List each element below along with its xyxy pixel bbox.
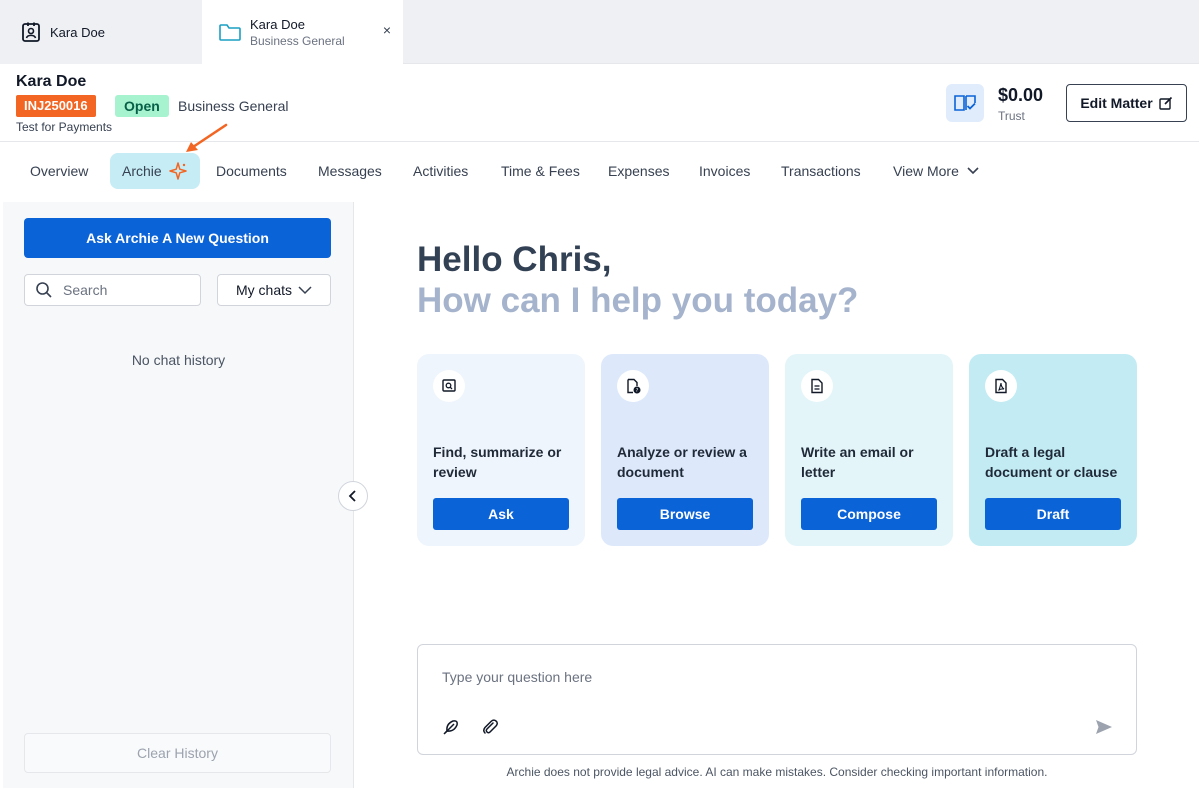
trust-book-icon[interactable]	[946, 84, 984, 122]
draft-button[interactable]: Draft	[985, 498, 1121, 530]
greeting-subtitle: How can I help you today?	[417, 281, 859, 320]
sparkle-icon	[168, 162, 187, 180]
chevron-left-icon	[348, 490, 356, 502]
matter-nav: Overview Archie Documents Messages Activ…	[0, 142, 1199, 202]
close-icon[interactable]: ×	[379, 22, 395, 38]
trust-label: Trust	[998, 109, 1025, 123]
folder-icon	[218, 21, 242, 43]
compose-card: Write an email or letter Compose	[785, 354, 953, 546]
tab-text: Kara Doe Business General	[250, 17, 345, 48]
collapse-sidebar-button[interactable]	[338, 481, 368, 511]
compose-button[interactable]: Compose	[801, 498, 937, 530]
ask-card: Find, summarize or review Ask	[417, 354, 585, 546]
chat-filter-dropdown[interactable]: My chats	[217, 274, 331, 306]
tab-bar: Kara Doe Kara Doe Business General ×	[0, 0, 1199, 64]
ask-button[interactable]: Ask	[433, 498, 569, 530]
tab-archie-label: Archie	[122, 163, 162, 179]
ai-disclaimer: Archie does not provide legal advice. AI…	[506, 765, 1048, 779]
tab-subtitle: Business General	[250, 33, 345, 48]
greeting-title: Hello Chris,	[417, 240, 612, 279]
card-text: Find, summarize or review	[433, 444, 562, 480]
browse-card: ? Analyze or review a document Browse	[601, 354, 769, 546]
search-icon	[36, 282, 52, 298]
contact-icon	[20, 21, 42, 43]
client-name: Kara Doe	[16, 73, 87, 90]
browse-button[interactable]: Browse	[617, 498, 753, 530]
feather-pen-icon[interactable]	[441, 717, 461, 737]
card-text: Analyze or review a document	[617, 444, 747, 480]
search-field[interactable]	[24, 274, 201, 306]
chevron-down-icon	[967, 167, 979, 175]
edit-icon	[1158, 96, 1172, 110]
matter-type: Business General	[178, 98, 289, 114]
tab-matter-kara-doe[interactable]: Kara Doe Business General ×	[202, 0, 403, 64]
document-pdf-icon	[985, 370, 1017, 402]
tab-documents[interactable]: Documents	[216, 153, 287, 189]
tab-expenses[interactable]: Expenses	[608, 153, 669, 189]
tab-archie[interactable]: Archie	[110, 153, 200, 189]
edit-matter-button[interactable]: Edit Matter	[1066, 84, 1187, 122]
annotation-arrow-icon	[186, 123, 228, 152]
tab-messages[interactable]: Messages	[318, 153, 382, 189]
question-input[interactable]	[442, 669, 1102, 693]
document-lines-icon	[801, 370, 833, 402]
document-question-icon: ?	[617, 370, 649, 402]
question-composer	[417, 644, 1137, 755]
send-icon[interactable]	[1094, 717, 1114, 737]
tab-title: Kara Doe	[250, 16, 305, 32]
card-text: Draft a legal document or clause	[985, 444, 1118, 480]
draft-card: Draft a legal document or clause Draft	[969, 354, 1137, 546]
empty-chat-history: No chat history	[131, 352, 226, 368]
matter-number-badge: INJ250016	[16, 95, 96, 117]
tab-time-fees[interactable]: Time & Fees	[501, 153, 580, 189]
attachment-icon[interactable]	[480, 717, 500, 737]
trust-amount: $0.00	[998, 85, 1044, 105]
clear-history-button[interactable]: Clear History	[24, 733, 331, 773]
tab-invoices[interactable]: Invoices	[699, 153, 750, 189]
chat-filter-label: My chats	[235, 282, 292, 298]
tab-contact-kara-doe[interactable]: Kara Doe	[0, 0, 202, 64]
search-document-icon	[433, 370, 465, 402]
tab-title: Kara Doe	[50, 24, 105, 40]
status-badge: Open	[115, 95, 169, 117]
matter-description: Test for Payments	[16, 120, 113, 134]
tab-activities[interactable]: Activities	[413, 153, 468, 189]
search-input[interactable]	[63, 282, 183, 298]
tab-overview[interactable]: Overview	[30, 153, 88, 189]
chat-sidebar: Ask Archie A New Question My chats No ch…	[3, 202, 354, 788]
matter-header: Kara Doe INJ250016 Open Business General…	[0, 64, 1199, 142]
view-more-label: View More	[893, 163, 959, 179]
card-text: Write an email or letter	[801, 444, 914, 480]
edit-matter-label: Edit Matter	[1080, 95, 1153, 111]
chevron-down-icon	[298, 285, 312, 294]
svg-text:?: ?	[636, 388, 639, 394]
tab-view-more[interactable]: View More	[893, 153, 979, 189]
ask-new-question-button[interactable]: Ask Archie A New Question	[24, 218, 331, 258]
tab-transactions[interactable]: Transactions	[781, 153, 861, 189]
